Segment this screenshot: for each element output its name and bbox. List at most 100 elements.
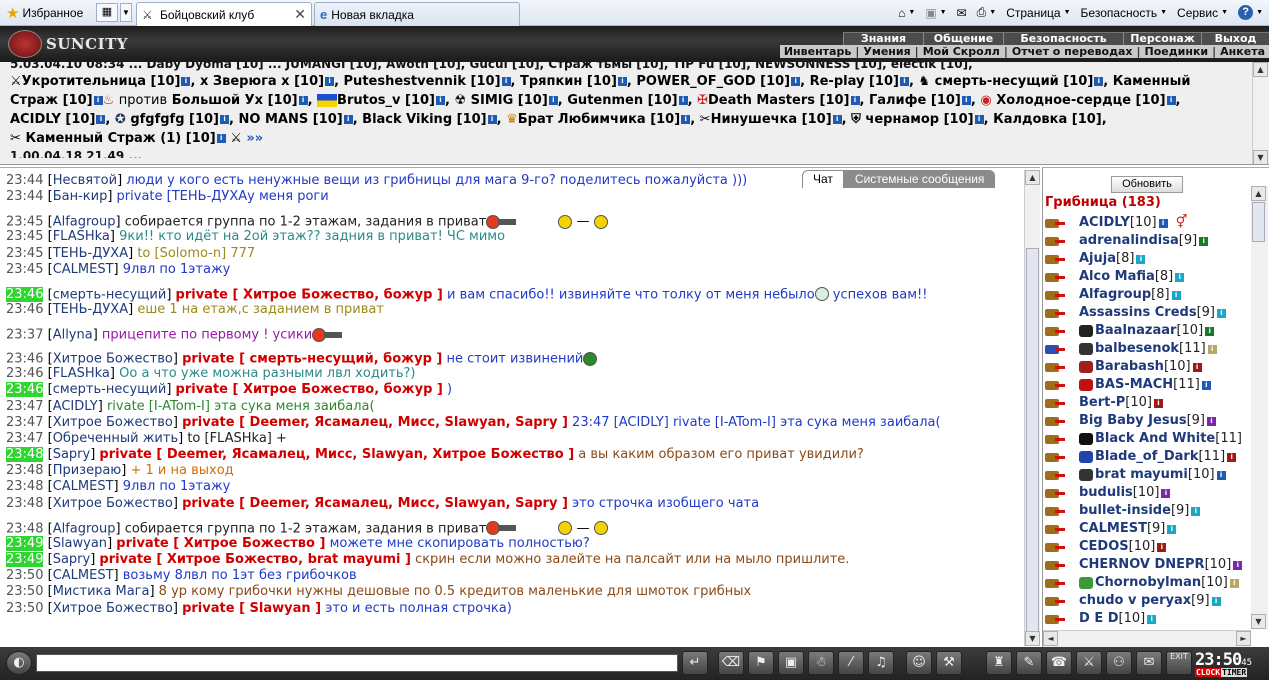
room-user[interactable]: D E D [10] i xyxy=(1045,610,1251,628)
help-button[interactable]: ? ▼ xyxy=(1238,5,1263,20)
info-icon[interactable]: i xyxy=(681,115,691,124)
fighter-name[interactable]: Каменный xyxy=(1113,74,1191,89)
room-user[interactable]: Big Baby Jesus [9] i xyxy=(1045,412,1251,430)
tools-menu[interactable]: Сервис ▼ xyxy=(1177,6,1228,20)
chat-nick[interactable]: Allyna xyxy=(53,328,93,343)
room-user[interactable]: BAS-MACH [11] i xyxy=(1045,376,1251,394)
info-icon[interactable]: i xyxy=(1217,308,1226,318)
room-user[interactable]: CEDOS [10] i xyxy=(1045,538,1251,556)
menu-inventory[interactable]: Инвентарь xyxy=(780,45,855,58)
print-button[interactable]: ⎙ ▼ xyxy=(977,5,997,20)
chat-time[interactable]: 23:50 xyxy=(6,601,43,616)
info-icon[interactable]: i xyxy=(1171,290,1181,300)
fighter-name[interactable]: Холодное-сердце [10] xyxy=(996,93,1165,108)
chat-nick[interactable]: ТЕНЬ-ДУХА xyxy=(53,302,128,317)
fighter-name[interactable]: смерть-несущий [10] xyxy=(935,74,1094,89)
info-icon[interactable]: i xyxy=(832,115,842,124)
fighter-name[interactable]: Каменный Страж (1) [10] xyxy=(25,131,215,146)
chat-nick[interactable]: Обреченный жить xyxy=(53,431,178,446)
user-name[interactable]: chudo v peryax xyxy=(1079,592,1191,610)
chat-nick[interactable]: Хитрое Божество xyxy=(53,601,173,616)
info-icon[interactable]: i xyxy=(1199,236,1209,246)
menu-character[interactable]: Персонаж xyxy=(1123,33,1201,45)
chat-nick[interactable]: смерть-несущий xyxy=(53,382,167,397)
user-name[interactable]: BAS-MACH xyxy=(1095,376,1173,394)
fighter-name[interactable]: Gutenmen [10] xyxy=(567,93,677,108)
info-icon[interactable]: i xyxy=(1211,596,1221,606)
close-tab-icon[interactable]: ✕ xyxy=(294,6,306,23)
quick-tabs-icon[interactable]: ▦ xyxy=(96,3,118,22)
chat-nick[interactable]: Sapry xyxy=(53,447,91,462)
scroll-down-icon[interactable]: ▼ xyxy=(1253,150,1268,164)
scroll-down-icon[interactable]: ▼ xyxy=(1025,631,1040,646)
room-scrollbar[interactable]: ▲ ▼ xyxy=(1251,186,1268,629)
info-icon[interactable]: i xyxy=(1233,560,1243,570)
chat-icon[interactable]: ✉ xyxy=(1136,651,1162,675)
chat-input[interactable] xyxy=(36,654,678,672)
private-message-icon[interactable] xyxy=(1045,288,1067,302)
fighter-name[interactable]: Brutos_v [10] xyxy=(337,93,435,108)
menu-skills[interactable]: Умения xyxy=(859,45,914,58)
private-recipients[interactable]: private [ смерть-несущий, божур ] xyxy=(182,352,442,367)
send-icon[interactable]: ↵ xyxy=(682,651,708,675)
info-icon[interactable]: i xyxy=(435,96,445,105)
room-user[interactable]: chudo v peryax [9] i xyxy=(1045,592,1251,610)
room-user[interactable]: Ajuja [8] i xyxy=(1045,250,1251,268)
feeds-button[interactable]: ▣ ▼ xyxy=(925,6,946,20)
fighter-name[interactable]: Галифе [10] xyxy=(869,93,961,108)
slash-icon[interactable]: ⁄ xyxy=(838,651,864,675)
info-icon[interactable]: i xyxy=(1175,272,1185,282)
info-icon[interactable]: i xyxy=(1153,398,1163,408)
menu-knowledge[interactable]: Знания xyxy=(843,33,923,45)
menu-profile[interactable]: Анкета xyxy=(1216,45,1269,58)
room-user[interactable]: brat mayumi [10] i xyxy=(1045,466,1251,484)
chat-nick[interactable]: CALMEST xyxy=(53,568,114,583)
private-message-icon[interactable] xyxy=(1045,216,1067,230)
user-name[interactable]: Alfagroup xyxy=(1079,286,1151,304)
info-icon[interactable]: i xyxy=(850,96,860,105)
chat-time[interactable]: 23:46 xyxy=(6,382,44,398)
private-message-icon[interactable] xyxy=(1045,306,1067,320)
private-message-icon[interactable] xyxy=(1045,378,1067,392)
private-message-icon[interactable] xyxy=(1045,612,1067,626)
menu-fights[interactable]: Поединки xyxy=(1141,45,1213,58)
info-icon[interactable]: i xyxy=(548,96,558,105)
chat-time[interactable]: 23:46 xyxy=(6,302,43,317)
info-icon[interactable]: i xyxy=(487,115,497,124)
menu-security[interactable]: Безопасность xyxy=(1003,33,1123,45)
info-icon[interactable]: i xyxy=(1192,362,1202,372)
smile-icon[interactable]: ☺ xyxy=(906,651,932,675)
chat-nick[interactable]: Хитрое Божество xyxy=(53,415,173,430)
private-recipients[interactable]: private [ Хитрое Божество, божур ] xyxy=(176,382,443,397)
chat-nick[interactable]: Alfagroup xyxy=(53,215,116,230)
private-recipients[interactable]: private [ Хитрое Божество, brat mayumi ] xyxy=(99,552,411,567)
chat-nick[interactable]: Мистика Мага xyxy=(53,584,150,599)
info-icon[interactable]: i xyxy=(1158,218,1168,228)
room-user[interactable]: Black And White [11] xyxy=(1045,430,1251,448)
chat-settings-icon[interactable]: ◐ xyxy=(6,651,32,675)
room-user[interactable]: Barabash [10] i xyxy=(1045,358,1251,376)
chat-time[interactable]: 23:37 xyxy=(6,328,43,343)
info-icon[interactable]: i xyxy=(1227,452,1237,462)
info-icon[interactable]: i xyxy=(1166,96,1176,105)
scrollbar-thumb[interactable] xyxy=(1026,248,1039,638)
info-icon[interactable]: i xyxy=(1167,524,1177,534)
chat-nick[interactable]: CALMEST xyxy=(53,479,114,494)
fighter-name[interactable]: Puteshestvennik [10] xyxy=(344,74,501,89)
private-message-icon[interactable] xyxy=(1045,270,1067,284)
user-name[interactable]: Chornobylman xyxy=(1095,574,1201,592)
info-icon[interactable]: i xyxy=(96,115,106,124)
chat-nick[interactable]: Бан-кир xyxy=(53,189,108,204)
filter-icon[interactable]: ⚑ xyxy=(748,651,774,675)
info-icon[interactable]: i xyxy=(1094,77,1104,86)
chat-nick[interactable]: Хитрое Божество xyxy=(53,352,173,367)
exit-icon[interactable]: EXIT xyxy=(1166,651,1192,675)
favorites-button[interactable]: ★ Избранное xyxy=(2,3,87,22)
info-icon[interactable]: i xyxy=(343,115,353,124)
chat-time[interactable]: 23:46 xyxy=(6,287,44,303)
user-name[interactable]: Ajuja xyxy=(1079,250,1116,268)
map-icon[interactable]: ✎ xyxy=(1016,651,1042,675)
info-icon[interactable]: i xyxy=(298,96,308,105)
info-icon[interactable]: i xyxy=(617,77,627,86)
info-icon[interactable]: i xyxy=(1157,542,1167,552)
